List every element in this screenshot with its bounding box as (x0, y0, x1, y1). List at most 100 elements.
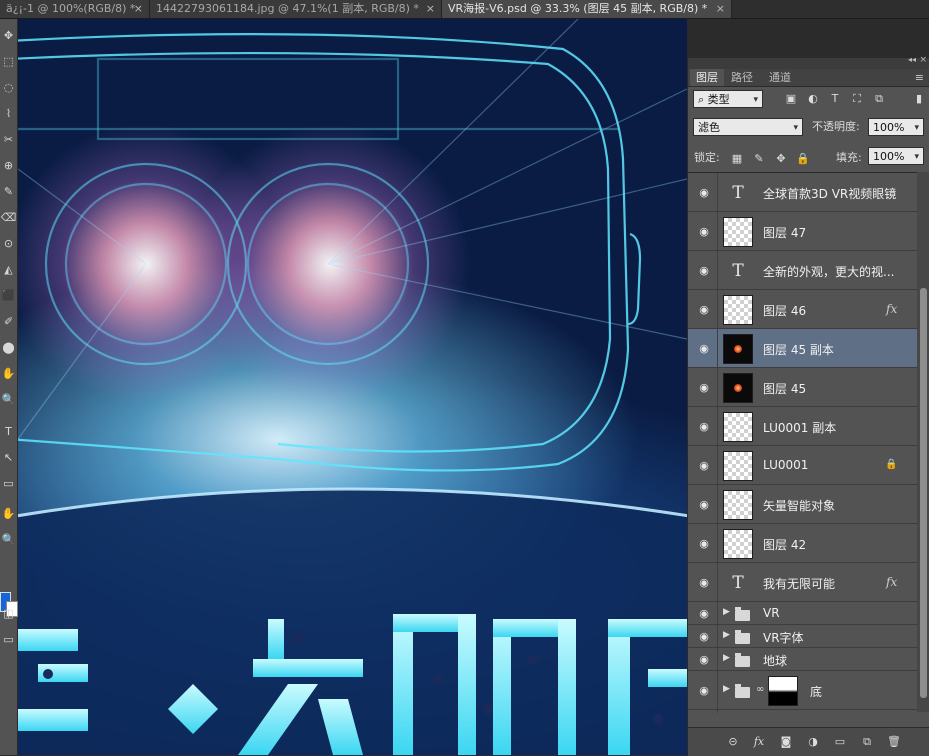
path-selection-tool-icon[interactable]: ↖ (0, 449, 17, 466)
eye-visibility-icon[interactable]: ◉ (697, 420, 711, 434)
eye-visibility-icon[interactable]: ◉ (697, 537, 711, 551)
tab-layers[interactable]: 图层 (690, 69, 724, 86)
expand-arrow-icon[interactable]: ▶ (723, 630, 730, 640)
document-tab-3[interactable]: VR海报-V6.psd @ 33.3% (图层 45 副本, RGB/8) * … (442, 0, 732, 18)
layer-thumbnail[interactable] (723, 490, 753, 520)
layer-name[interactable]: 图层 42 (763, 536, 806, 553)
eye-visibility-icon[interactable]: ◉ (697, 459, 711, 473)
expand-arrow-icon[interactable]: ▶ (723, 684, 730, 694)
layer-row[interactable]: ◉图层 ...fx (688, 710, 917, 713)
eye-visibility-icon[interactable]: ◉ (697, 186, 711, 200)
layer-thumbnail[interactable] (723, 412, 753, 442)
blur-tool-icon[interactable]: ⬤ (0, 339, 17, 356)
layer-name[interactable]: 图层 46 (763, 302, 806, 319)
dodge-tool-icon[interactable]: ✋ (0, 365, 17, 382)
layer-group-row[interactable]: ◉ ▶ VR字体 (688, 625, 917, 648)
expand-arrow-icon[interactable]: ▶ (723, 607, 730, 617)
layer-row[interactable]: ◉ T 全球首款3D VR视频眼镜 (688, 173, 917, 212)
move-tool-icon[interactable]: ✥ (0, 27, 17, 44)
layer-row[interactable]: ◉ 图层 45 副本 (688, 329, 917, 368)
expand-arrow-icon[interactable]: ▶ (723, 653, 730, 663)
lock-all-icon[interactable]: 🔒 (796, 152, 810, 166)
eye-visibility-icon[interactable]: ◉ (697, 225, 711, 239)
crop-tool-icon[interactable]: ✂ (0, 131, 17, 148)
delete-layer-icon[interactable]: 🗑 (887, 735, 901, 749)
scrollbar-thumb[interactable] (920, 288, 927, 698)
pixel-filter-icon[interactable]: ▣ (784, 92, 798, 106)
layer-group-row[interactable]: ◉ ▶ ∞ 底 (688, 671, 917, 710)
layer-name[interactable]: 图层 45 (763, 380, 806, 397)
adjustment-filter-icon[interactable]: ◐ (806, 92, 820, 106)
eye-visibility-icon[interactable]: ◉ (697, 264, 711, 278)
eye-visibility-icon[interactable]: ◉ (697, 607, 711, 621)
healing-brush-tool-icon[interactable]: ✎ (0, 183, 17, 200)
eye-visibility-icon[interactable]: ◉ (697, 684, 711, 698)
layer-thumbnail[interactable] (723, 451, 753, 481)
layer-name[interactable]: 底 (810, 683, 822, 700)
layer-name[interactable]: 图层 47 (763, 224, 806, 241)
lock-image-pixels-icon[interactable]: ✎ (752, 152, 766, 166)
history-brush-tool-icon[interactable]: ◭ (0, 261, 17, 278)
new-adjustment-layer-icon[interactable]: ◑ (806, 735, 820, 749)
eye-visibility-icon[interactable]: ◉ (697, 303, 711, 317)
hand-tool-icon[interactable]: ✋ (0, 505, 17, 522)
layer-mask-thumbnail[interactable] (768, 676, 798, 706)
layer-thumbnail[interactable] (723, 373, 753, 403)
document-tab-1[interactable]: ä¿¡-1 @ 100%(RGB/8) * × (0, 0, 150, 18)
layer-name[interactable]: 全新的外观，更大的视... (763, 263, 894, 280)
eye-visibility-icon[interactable]: ◉ (697, 630, 711, 644)
new-layer-icon[interactable]: ⧉ (860, 735, 874, 749)
layer-group-row[interactable]: ◉ ▶ VR (688, 602, 917, 625)
pen-tool-icon[interactable]: 🔍 (0, 391, 17, 408)
shape-filter-icon[interactable]: ⛶ (850, 92, 864, 106)
layer-row[interactable]: ◉ 图层 45 (688, 368, 917, 407)
layer-row[interactable]: ◉ LU0001 副本 (688, 407, 917, 446)
chain-link-icon[interactable]: ∞ (756, 684, 764, 695)
type-filter-icon[interactable]: T (828, 92, 842, 106)
layer-row[interactable]: ◉ 图层 47 (688, 212, 917, 251)
layer-name[interactable]: LU0001 (763, 458, 808, 472)
eye-visibility-icon[interactable]: ◉ (697, 653, 711, 667)
add-layer-style-icon[interactable]: fx (752, 735, 766, 749)
tab-channels[interactable]: 通道 (764, 69, 796, 86)
zoom-tool-icon[interactable]: 🔍 (0, 531, 17, 548)
layer-name[interactable]: 图层 45 副本 (763, 341, 834, 358)
opacity-field[interactable]: 100% ▾ (868, 118, 924, 136)
layer-effects-icon[interactable]: fx (886, 575, 897, 589)
lasso-tool-icon[interactable]: ◌ (0, 79, 17, 96)
layer-name[interactable]: 地球 (763, 652, 787, 669)
clone-stamp-tool-icon[interactable]: ⊙ (0, 235, 17, 252)
layer-row[interactable]: ◉ LU0001 🔒 (688, 446, 917, 485)
eye-visibility-icon[interactable]: ◉ (697, 498, 711, 512)
collapse-panel-icon[interactable]: ◂◂ (908, 55, 916, 64)
layer-name[interactable]: VR字体 (763, 629, 804, 646)
close-icon[interactable]: × (426, 0, 435, 18)
rectangle-tool-icon[interactable]: ▭ (0, 475, 17, 492)
layer-name[interactable]: VR (763, 606, 780, 620)
eye-visibility-icon[interactable]: ◉ (697, 342, 711, 356)
layer-name[interactable]: 全球首款3D VR视频眼镜 (763, 185, 896, 202)
new-group-icon[interactable]: ▭ (833, 735, 847, 749)
close-icon[interactable]: × (716, 0, 725, 18)
document-canvas[interactable] (18, 19, 687, 755)
brush-tool-icon[interactable]: ⌫ (0, 209, 17, 226)
layer-thumbnail[interactable] (723, 217, 753, 247)
magic-wand-tool-icon[interactable]: ⌇ (0, 105, 17, 122)
screen-mode-icon[interactable]: ▭ (0, 631, 17, 648)
eraser-tool-icon[interactable]: ⬛ (0, 287, 17, 304)
layer-row[interactable]: ◉ 矢量智能对象 (688, 485, 917, 524)
layer-effects-icon[interactable]: fx (886, 302, 897, 316)
gradient-tool-icon[interactable]: ✐ (0, 313, 17, 330)
close-panel-icon[interactable]: × (919, 55, 927, 65)
type-tool-icon[interactable]: T (0, 423, 17, 440)
layer-row[interactable]: ◉ 图层 46 fx (688, 290, 917, 329)
layer-thumbnail[interactable] (723, 295, 753, 325)
layer-group-row[interactable]: ◉ ▶ 地球 (688, 648, 917, 671)
close-icon[interactable]: × (134, 0, 143, 18)
layer-row[interactable]: ◉ T 全新的外观，更大的视... (688, 251, 917, 290)
layer-name[interactable]: LU0001 副本 (763, 419, 836, 436)
eye-visibility-icon[interactable]: ◉ (697, 381, 711, 395)
eyedropper-tool-icon[interactable]: ⊕ (0, 157, 17, 174)
layer-name[interactable]: 矢量智能对象 (763, 497, 835, 514)
smart-object-filter-icon[interactable]: ⧉ (872, 92, 886, 106)
